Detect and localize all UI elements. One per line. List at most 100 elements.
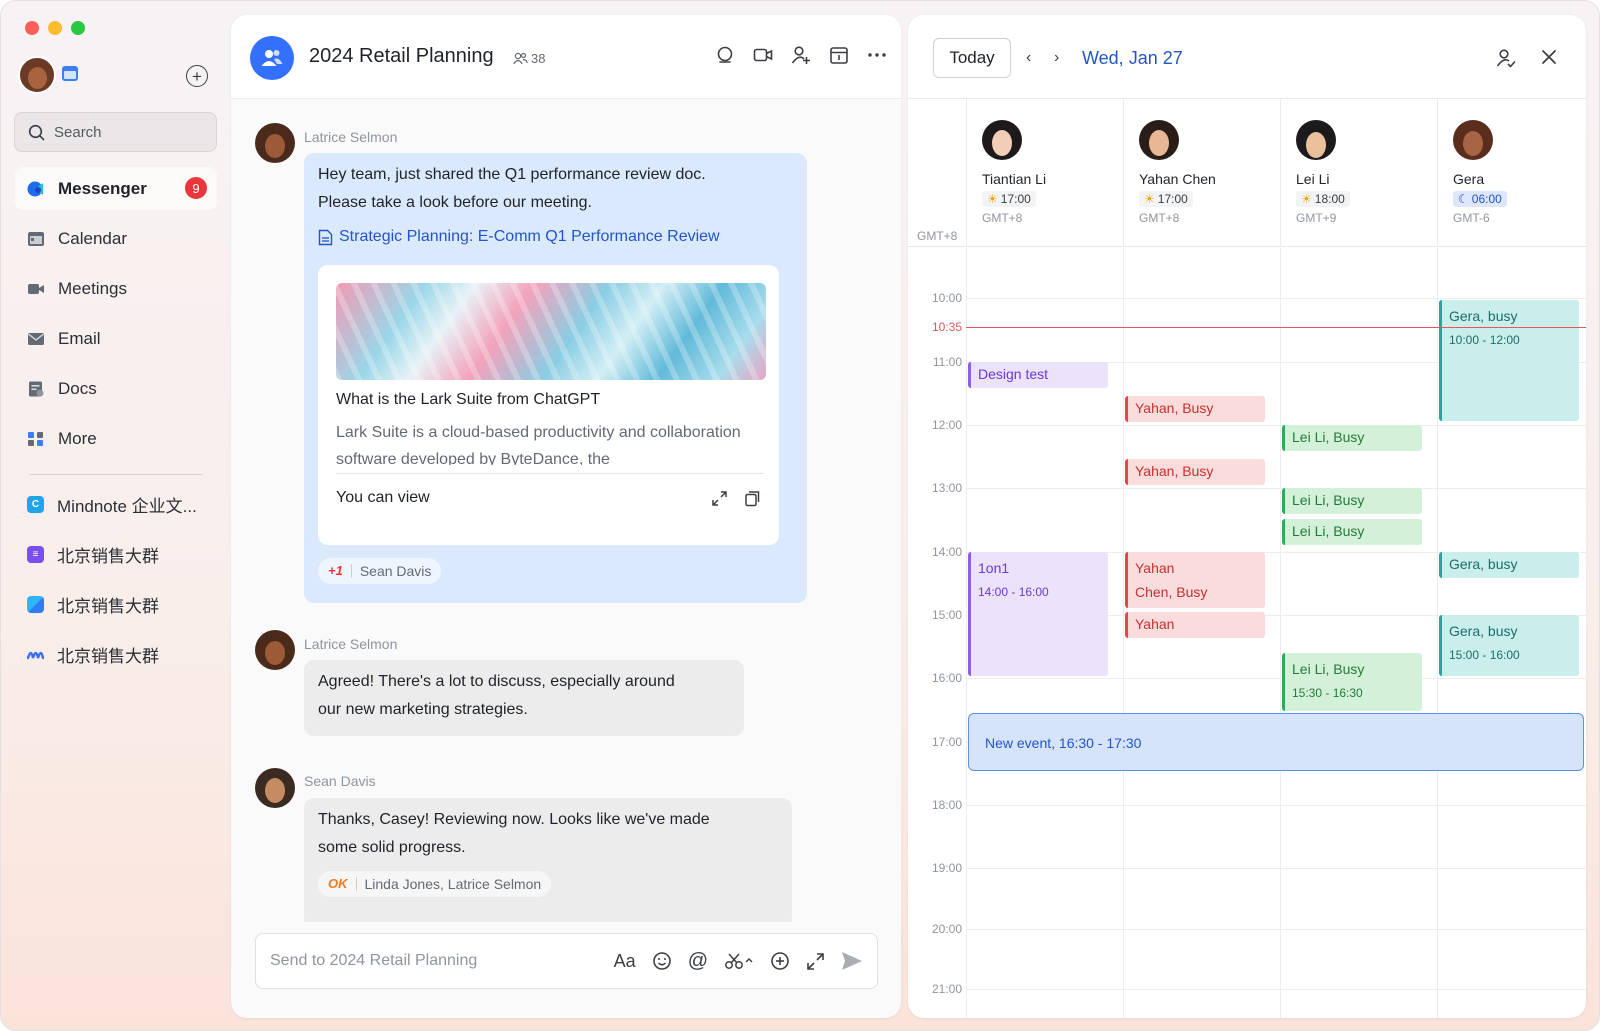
attendee-column[interactable]: Gera ☾ 06:00 GMT-6 [1437, 99, 1586, 247]
messenger-icon [27, 181, 43, 196]
event-block[interactable]: Lei Li, Busy [1282, 519, 1422, 545]
reaction-divider [350, 564, 352, 578]
event-block[interactable]: Design test [968, 362, 1108, 388]
event-title: Design test [978, 366, 1049, 382]
nav-item-more[interactable]: More [15, 417, 217, 460]
event-block[interactable]: Yahan [1125, 612, 1265, 638]
event-block[interactable]: Lei Li, Busy 15:30 - 16:30 [1282, 653, 1422, 711]
user-avatar[interactable] [18, 56, 56, 94]
sender-avatar[interactable] [255, 768, 295, 808]
current-date[interactable]: Wed, Jan 27 [1082, 48, 1183, 69]
message-input[interactable] [270, 952, 614, 970]
event-block[interactable]: 1on1 14:00 - 16:00 [968, 552, 1108, 676]
today-button[interactable]: Today [933, 38, 1011, 78]
card-description: Lark Suite is a cloud-based productivity… [336, 424, 741, 465]
event-block[interactable]: Gera, busy [1439, 552, 1579, 578]
send-icon[interactable] [841, 951, 863, 971]
add-attachment-icon[interactable] [770, 951, 790, 971]
group-avatar[interactable] [250, 36, 294, 80]
sender-avatar[interactable] [255, 630, 295, 670]
event-title: Yahan [1135, 560, 1175, 576]
nav-item-meetings[interactable]: Meetings [15, 267, 217, 310]
attendee-name: Yahan Chen [1139, 171, 1216, 187]
attendee-column[interactable]: Tiantian Li ☀ 17:00 GMT+8 [966, 99, 1123, 247]
message-text: Hey team, just shared the Q1 performance… [318, 166, 706, 183]
member-count[interactable]: 38 [513, 51, 545, 66]
calendar-mini-icon[interactable] [62, 66, 78, 81]
group-item-beijing-sales-3[interactable]: 北京销售大群 [15, 633, 217, 676]
schedule-grid[interactable]: 10:00 11:00 12:00 13:00 14:00 15:00 16:0… [908, 248, 1586, 1018]
attendee-timezone: GMT+8 [1139, 211, 1180, 225]
attendee-column[interactable]: Lei Li ☀ 18:00 GMT+9 [1280, 99, 1437, 247]
event-time: 15:30 - 16:30 [1292, 686, 1363, 700]
maximize-window-button[interactable] [71, 21, 85, 35]
reaction-chip[interactable]: +1 Sean Davis [318, 558, 442, 584]
nav-item-calendar[interactable]: Calendar [15, 217, 217, 260]
nav-item-docs[interactable]: Docs [15, 367, 217, 410]
event-block[interactable]: Gera, busy 10:00 - 12:00 [1439, 300, 1579, 421]
more-options-icon[interactable] [867, 45, 887, 65]
attendee-column[interactable]: Yahan Chen ☀ 17:00 GMT+8 [1123, 99, 1280, 247]
event-title: Gera, busy [1449, 623, 1518, 639]
add-icon[interactable]: + [186, 65, 208, 87]
chat-calendar-icon[interactable] [829, 45, 849, 65]
add-member-icon[interactable] [791, 45, 811, 65]
message-list: Latrice Selmon Hey team, just shared the… [231, 99, 901, 922]
message-bubble[interactable]: Agreed! There's a lot to discuss, especi… [304, 660, 744, 736]
doc-link[interactable]: Strategic Planning: E-Comm Q1 Performanc… [318, 223, 793, 251]
event-block[interactable]: Yahan, Busy [1125, 396, 1265, 422]
nav-item-messenger[interactable]: Messenger 9 [15, 167, 217, 210]
chat-toolbar [715, 45, 887, 65]
app-window: + Search Messenger 9 Calendar Meetings E… [0, 0, 1600, 1031]
event-block[interactable]: Yahan, Busy [1125, 459, 1265, 485]
message-text: Please take a look before our meeting. [318, 194, 592, 211]
attendee-icon[interactable] [1496, 48, 1516, 68]
group-item-beijing-sales-1[interactable]: ≡ 北京销售大群 [15, 533, 217, 576]
copy-icon[interactable] [744, 490, 761, 507]
attendee-local-time: ☀ 17:00 [982, 191, 1036, 207]
event-title: Gera, busy [1449, 308, 1518, 324]
hour-label: 11:00 [932, 355, 962, 369]
mention-icon[interactable]: @ [688, 950, 708, 973]
chat-title[interactable]: 2024 Retail Planning [309, 45, 494, 68]
next-day-icon[interactable]: › [1054, 49, 1059, 67]
group-item-beijing-sales-2[interactable]: 北京销售大群 [15, 583, 217, 626]
previous-day-icon[interactable]: ‹ [1026, 49, 1031, 67]
ok-emoji: OK [328, 876, 348, 891]
close-icon[interactable] [1540, 48, 1558, 66]
emoji-icon[interactable] [652, 951, 672, 971]
group-icon [261, 50, 283, 66]
message-bubble[interactable]: Thanks, Casey! Reviewing now. Looks like… [304, 798, 792, 922]
screenshot-icon[interactable] [724, 951, 754, 971]
attendee-timezone: GMT+9 [1296, 211, 1337, 225]
nav-item-email[interactable]: Email [15, 317, 217, 360]
close-window-button[interactable] [25, 21, 39, 35]
expand-icon[interactable] [711, 490, 728, 507]
attendee-time-value: 18:00 [1314, 192, 1345, 206]
message-text: Thanks, Casey! Reviewing now. Looks like… [318, 811, 710, 828]
calendar-icon [28, 231, 44, 246]
calendar-header-actions [1496, 48, 1558, 68]
link-preview-card[interactable]: What is the Lark Suite from ChatGPT Lark… [318, 265, 779, 545]
event-block[interactable]: Lei Li, Busy [1282, 425, 1422, 451]
message-bubble[interactable]: Hey team, just shared the Q1 performance… [304, 153, 807, 603]
event-block[interactable]: Lei Li, Busy [1282, 488, 1422, 514]
reaction-chip[interactable]: OK Linda Jones, Latrice Selmon [318, 871, 552, 897]
expand-composer-icon[interactable] [806, 952, 825, 971]
sender-avatar[interactable] [255, 123, 295, 163]
sun-icon: ☀ [1144, 192, 1155, 206]
chat-search-icon[interactable] [715, 45, 735, 65]
event-block[interactable]: Yahan Chen, Busy [1125, 552, 1265, 608]
video-call-icon[interactable] [753, 45, 773, 65]
attendee-avatar [1296, 120, 1336, 160]
reaction-users: Sean Davis [359, 563, 432, 579]
text-format-icon[interactable]: Aa [614, 951, 636, 972]
attendee-timezone: GMT+8 [982, 211, 1023, 225]
group-item-mindnote[interactable]: C Mindnote 企业文... [15, 483, 217, 526]
search-label: Search [54, 123, 102, 141]
new-event-block[interactable]: New event, 16:30 - 17:30 [968, 713, 1584, 771]
event-block[interactable]: Gera, busy 15:00 - 16:00 [1439, 615, 1579, 676]
nav-label: More [58, 428, 97, 448]
minimize-window-button[interactable] [48, 21, 62, 35]
search-bar[interactable]: Search [14, 112, 217, 152]
